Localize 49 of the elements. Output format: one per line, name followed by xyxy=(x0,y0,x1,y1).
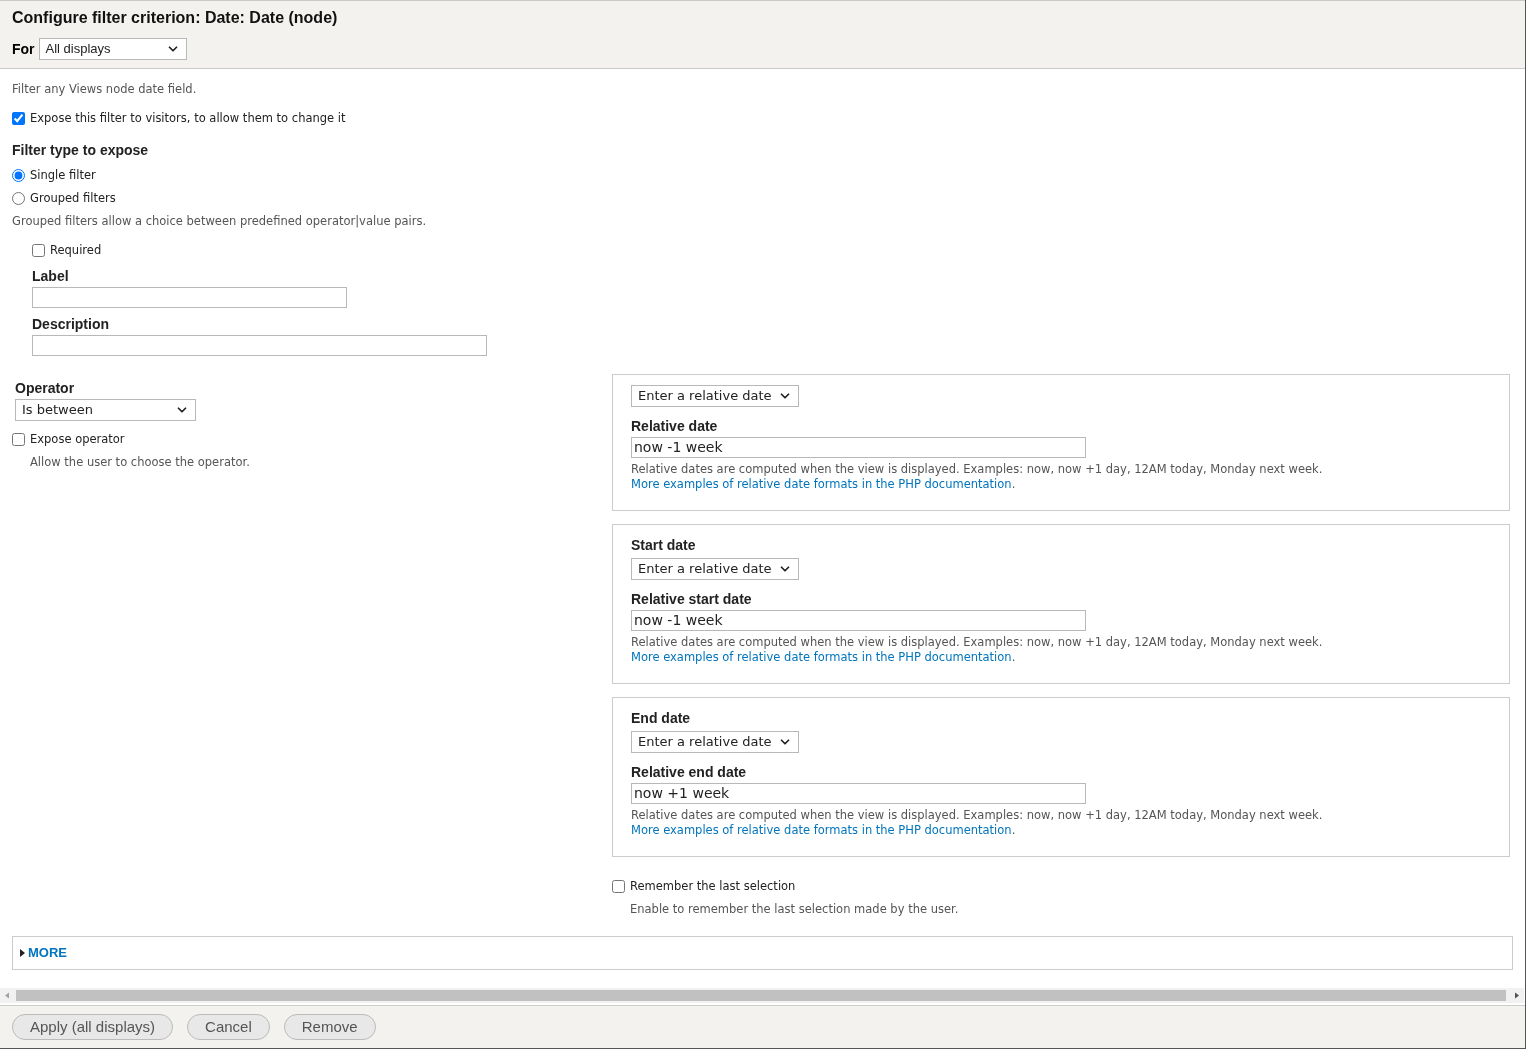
checkbox-label: Remember the last selection xyxy=(630,877,796,895)
more-toggle[interactable]: MORE xyxy=(20,943,67,963)
field-label: Relative date xyxy=(631,416,719,436)
operator-select[interactable]: Is between xyxy=(15,398,196,421)
date-type-select[interactable]: Enter a relative date xyxy=(631,557,799,580)
required-checkbox[interactable] xyxy=(32,244,45,258)
caret-icon xyxy=(20,949,25,957)
documentation-link[interactable]: More examples of relative date formats in the PHP documentation xyxy=(631,822,1012,837)
checkbox-label: Expose operator xyxy=(30,430,125,448)
field-label: Description xyxy=(32,314,110,334)
radio-button[interactable] xyxy=(12,191,25,205)
action-button[interactable]: Apply (all displays) xyxy=(12,1014,174,1040)
description-text: Filter any Views node date field. xyxy=(12,81,198,98)
text-field[interactable] xyxy=(32,286,347,308)
help-text: Relative dates are computed when the view is displayed. Examples: now, now +1 day, 12AM today, Monday next week. More examples of relative date formats in the PHP documentation. xyxy=(631,634,1324,665)
documentation-link[interactable]: More examples of relative date formats in the PHP documentation xyxy=(631,649,1012,664)
section-heading: Filter type to expose xyxy=(12,140,150,160)
checkbox-label: Required xyxy=(50,242,102,260)
radio-label: Single filter xyxy=(30,166,96,184)
field-label: Operator xyxy=(15,378,76,398)
remember-checkbox[interactable] xyxy=(612,879,625,893)
radio-label: Grouped filters xyxy=(30,189,116,207)
for-label: For xyxy=(12,39,35,59)
fieldset-heading: Start date xyxy=(631,535,697,555)
checkbox-label: Expose this filter to visitors, to allow them to change it xyxy=(30,110,346,128)
field-label: Relative end date xyxy=(631,762,748,782)
help-text: Allow the user to choose the operator. xyxy=(29,453,251,471)
radio-button[interactable] xyxy=(12,168,25,182)
horizontal-scrollbar[interactable] xyxy=(0,988,1524,1003)
field-label: Label xyxy=(32,266,70,286)
text-field[interactable]: now -1 week xyxy=(631,436,1086,458)
help-text: Relative dates are computed when the view is displayed. Examples: now, now +1 day, 12AM today, Monday next week. More examples of relative date formats in the PHP documentation. xyxy=(631,461,1324,492)
display-select[interactable]: All displays xyxy=(38,38,187,60)
help-text: Relative dates are computed when the view is displayed. Examples: now, now +1 day, 12AM today, Monday next week. More examples of relative date formats in the PHP documentation. xyxy=(631,807,1324,838)
help-text: Enable to remember the last selection made by the user. xyxy=(629,900,960,918)
dialog-title: Configure filter criterion: Date: Date (node) xyxy=(12,8,339,28)
text-field[interactable]: now +1 week xyxy=(631,782,1086,804)
expose-operator-checkbox[interactable] xyxy=(12,432,25,446)
date-type-select[interactable]: Enter a relative date xyxy=(631,384,799,407)
text-field[interactable]: now -1 week xyxy=(631,609,1086,631)
fieldset-heading: End date xyxy=(631,708,692,728)
text-field[interactable] xyxy=(32,334,487,356)
action-button[interactable]: Cancel xyxy=(187,1014,270,1040)
documentation-link[interactable]: More examples of relative date formats in the PHP documentation xyxy=(631,476,1012,491)
action-button[interactable]: Remove xyxy=(283,1014,376,1040)
expose-checkbox[interactable] xyxy=(12,112,25,126)
date-type-select[interactable]: Enter a relative date xyxy=(631,730,799,753)
field-label: Relative start date xyxy=(631,589,753,609)
help-text: Grouped filters allow a choice between predefined operator|value pairs. xyxy=(12,213,428,230)
